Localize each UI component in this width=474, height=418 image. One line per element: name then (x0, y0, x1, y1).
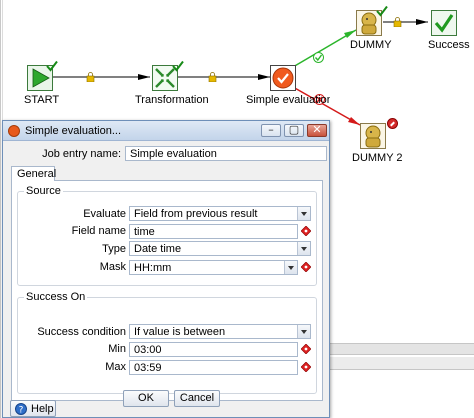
success-condition-select-value: If value is between (134, 326, 226, 338)
success-node-icon[interactable] (431, 10, 457, 36)
min-label: Min (108, 343, 126, 355)
type-select-value: Date time (134, 243, 182, 255)
type-select[interactable]: Date time (129, 241, 311, 256)
job-entry-name-label: Job entry name: (42, 148, 121, 160)
simple-evaluation-dialog: Simple evaluation... – ▢ ✕ Job entry nam… (2, 120, 330, 418)
evaluate-label: Evaluate (83, 208, 126, 220)
dialog-titlebar[interactable]: Simple evaluation... – ▢ ✕ (3, 121, 329, 141)
general-tab-panel: Source Evaluate Field from previous resu… (11, 181, 323, 401)
background-panel (330, 357, 474, 370)
dummy2-node-icon[interactable] (360, 123, 386, 149)
maximize-icon: ▢ (288, 123, 300, 136)
chevron-down-icon[interactable] (297, 325, 310, 338)
tab-bar: General (11, 166, 323, 181)
close-icon: ✕ (312, 123, 322, 136)
mask-select[interactable]: HH:mm (129, 260, 298, 275)
hop-arrow (138, 74, 150, 80)
start-node-label: START (24, 94, 60, 106)
hop-arrow (348, 117, 360, 125)
simple-evaluation-icon (8, 125, 20, 137)
background-panel (330, 343, 474, 355)
mask-label: Mask (99, 261, 126, 273)
lock-icon (393, 17, 402, 27)
checkmark-icon (46, 60, 58, 72)
max-input[interactable]: 03:59 (129, 360, 298, 375)
success-on-group-title: Success On (24, 291, 88, 303)
variable-icon[interactable] (301, 226, 311, 236)
dummy-node-label: DUMMY (350, 39, 392, 51)
hop-arrow (416, 19, 428, 25)
variable-icon[interactable] (301, 344, 311, 354)
mask-select-value: HH:mm (134, 262, 172, 274)
type-label: Type (102, 243, 126, 255)
cancel-button[interactable]: Cancel (174, 390, 220, 407)
simple-evaluation-node-icon[interactable] (270, 65, 296, 91)
error-badge-icon (387, 118, 398, 129)
success-condition-select[interactable]: If value is between (129, 324, 311, 339)
tab-general[interactable]: General (11, 166, 56, 181)
help-button-label: Help (31, 403, 54, 415)
chevron-down-icon[interactable] (284, 261, 297, 274)
minimize-button[interactable]: – (261, 123, 281, 137)
transformation-node-label: Transformation (135, 94, 209, 106)
minimize-icon: – (268, 123, 274, 136)
lock-icon (208, 72, 217, 82)
max-label: Max (105, 361, 126, 373)
evaluate-select-value: Field from previous result (134, 208, 258, 220)
help-icon: ? (15, 403, 27, 415)
help-button[interactable]: ? Help (10, 400, 56, 417)
success-node-label: Success (428, 39, 470, 51)
chevron-down-icon[interactable] (297, 207, 310, 220)
field-name-input[interactable]: time (129, 224, 298, 239)
ok-button[interactable]: OK (123, 390, 169, 407)
svg-text:?: ? (19, 405, 24, 415)
field-name-label: Field name (71, 225, 126, 237)
dummy2-node-label: DUMMY 2 (352, 152, 403, 164)
maximize-button[interactable]: ▢ (284, 123, 304, 137)
chevron-down-icon[interactable] (297, 242, 310, 255)
evaluate-select[interactable]: Field from previous result (129, 206, 311, 221)
variable-icon[interactable] (301, 262, 311, 272)
close-button[interactable]: ✕ (307, 123, 327, 137)
checkmark-icon (172, 60, 184, 72)
hop-arrow (258, 74, 270, 80)
variable-icon[interactable] (301, 362, 311, 372)
min-input[interactable]: 03:00 (129, 342, 298, 357)
success-condition-label: Success condition (37, 326, 126, 338)
lock-icon (86, 72, 95, 82)
simple-evaluation-node-label: Simple evaluation (246, 94, 330, 106)
checkmark-icon (376, 5, 388, 17)
source-group-title: Source (24, 185, 63, 197)
dialog-title: Simple evaluation... (25, 125, 121, 137)
job-entry-name-input[interactable]: Simple evaluation (125, 146, 327, 161)
success-hop-icon (313, 52, 324, 63)
